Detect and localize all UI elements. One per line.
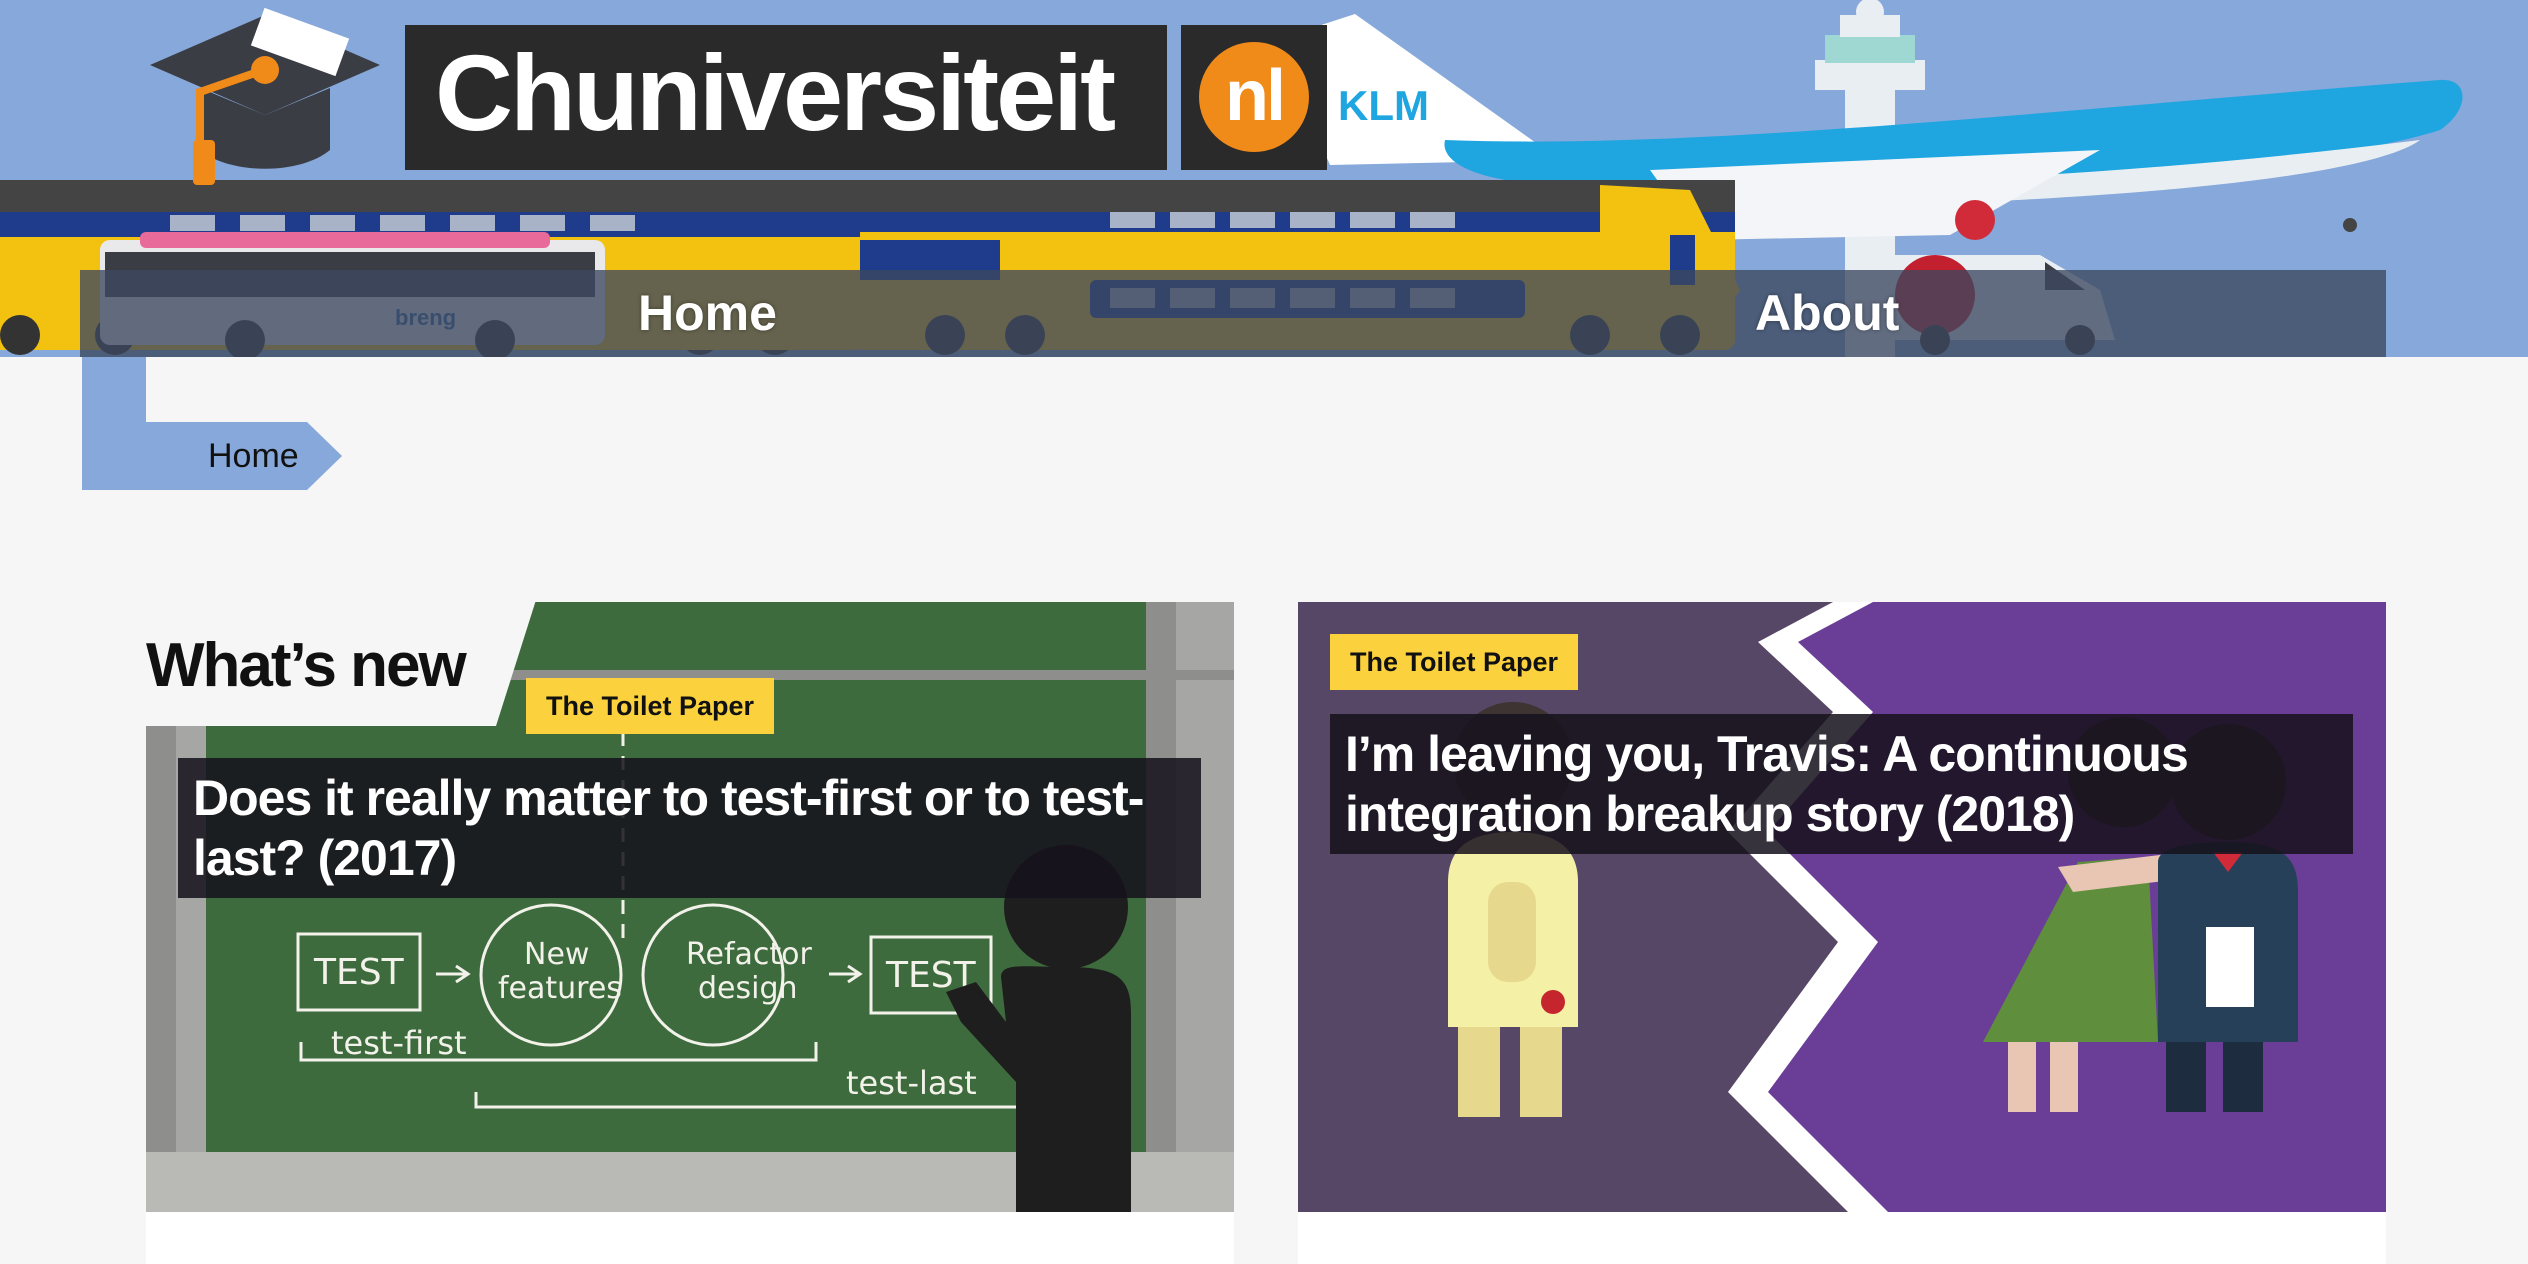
article-card-footer [146, 1212, 1234, 1264]
article-title[interactable]: I’m leaving you, Travis: A continuous in… [1330, 714, 2353, 854]
nav-link-home[interactable]: Home [638, 278, 777, 348]
language-badge[interactable]: nl [1181, 25, 1327, 170]
svg-text:New: New [524, 937, 589, 972]
breadcrumb-connector [82, 357, 146, 422]
main-navigation [80, 270, 2386, 357]
site-title: Chuniversiteit [435, 32, 1116, 153]
breadcrumb: Home [82, 422, 342, 490]
breadcrumb-item-home[interactable]: Home [208, 422, 299, 490]
breakup-illustration [1298, 602, 2386, 1212]
language-badge-label: nl [1225, 56, 1286, 136]
section-title: What’s new [146, 631, 467, 700]
svg-text:test-first: test-first [331, 1024, 467, 1062]
graduation-cap-logo [150, 7, 380, 185]
svg-text:Refactor: Refactor [686, 937, 813, 972]
article-card-footer [1298, 1212, 2386, 1264]
article-category-tag[interactable]: The Toilet Paper [526, 678, 775, 734]
svg-text:KLM: KLM [1338, 82, 1429, 129]
nav-link-about[interactable]: About [1755, 278, 1899, 348]
language-badge-circle: nl [1199, 42, 1309, 152]
site-header: KLM Chuniversiteit nl Home About [0, 0, 2528, 357]
svg-text:design: design [698, 971, 798, 1006]
article-card-travis[interactable]: The Toilet Paper I’m leaving you, Travis… [1298, 602, 2386, 1212]
svg-text:features: features [498, 971, 622, 1006]
article-category-tag[interactable]: The Toilet Paper [1330, 634, 1579, 690]
svg-text:TEST: TEST [313, 952, 405, 993]
article-title[interactable]: Does it really matter to test-first or t… [178, 758, 1201, 898]
svg-text:test-last: test-last [846, 1064, 977, 1102]
site-logo[interactable]: Chuniversiteit [405, 25, 1167, 170]
